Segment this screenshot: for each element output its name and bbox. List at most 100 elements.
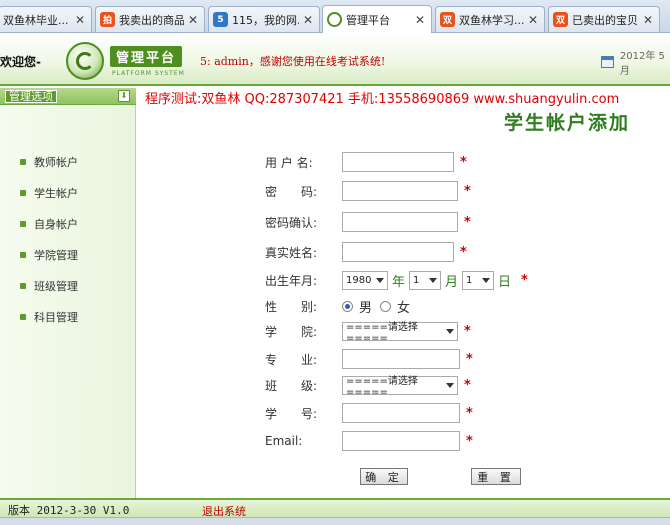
gender-male-radio[interactable] xyxy=(342,300,353,312)
footer: 版本 2012-3-30 V1.0 退出系统 xyxy=(0,498,670,518)
birth-day-value: 1 xyxy=(466,274,473,286)
username-input[interactable] xyxy=(342,152,454,172)
sidebar-item-label: 教师帐户 xyxy=(34,155,78,169)
sidebar-item-subject[interactable]: 科目管理 xyxy=(20,301,78,332)
browser-tab-6[interactable]: 双 已卖出的宝贝 ✕ xyxy=(548,6,660,32)
sidebar-item-self[interactable]: 自身帐户 xyxy=(20,208,78,239)
password-confirm-input[interactable] xyxy=(342,212,458,232)
class-select[interactable]: =====请选择===== xyxy=(342,375,458,398)
realname-input[interactable] xyxy=(342,242,454,262)
welcome-text: 欢迎您- xyxy=(0,55,41,69)
college-row: 学 院: =====请选择===== * xyxy=(265,320,471,344)
sidebar-menu: 教师帐户 学生帐户 自身帐户 学院管理 班级管理 科目管理 xyxy=(20,146,78,332)
tab-title: 115，我的网... xyxy=(232,13,299,27)
bullet-icon xyxy=(20,220,26,227)
tab-title: 管理平台 xyxy=(346,13,390,27)
required-mark: * xyxy=(466,351,473,367)
app-header: 欢迎您- 管理平台 PLATFORM SYSTEM 5: admin，感谢您使用… xyxy=(0,33,670,86)
main-content: 程序测试:双鱼林 QQ:287307421 手机:13558690869 www… xyxy=(137,88,670,498)
class-select-value: =====请选择===== xyxy=(346,376,418,398)
sidebar-item-class[interactable]: 班级管理 xyxy=(20,270,78,301)
college-select-value: =====请选择===== xyxy=(346,322,418,344)
password-input[interactable] xyxy=(342,181,458,201)
sidebar-item-teacher[interactable]: 教师帐户 xyxy=(20,146,78,177)
page-title: 学生帐户添加 xyxy=(504,112,631,134)
birth-month-value: 1 xyxy=(413,274,420,286)
username-row: 用 户 名: * xyxy=(265,151,467,173)
logo-title: 管理平台 xyxy=(110,46,183,67)
close-icon[interactable]: ✕ xyxy=(303,14,315,26)
student-number-input[interactable] xyxy=(342,403,460,423)
bullet-icon xyxy=(20,313,26,320)
required-mark: * xyxy=(521,272,528,288)
email-input[interactable] xyxy=(342,431,460,451)
gender-female-label: 女 xyxy=(397,300,411,316)
close-icon[interactable]: ✕ xyxy=(415,14,427,26)
password-label: 密 码: xyxy=(265,184,318,199)
required-mark: * xyxy=(460,244,467,260)
calendar-icon xyxy=(601,56,614,68)
studentno-label: 学 号: xyxy=(265,406,318,421)
realname-label: 真实姓名: xyxy=(265,245,318,260)
submit-button[interactable]: 确 定 xyxy=(360,468,408,485)
version-text: 版本 2012-3-30 V1.0 xyxy=(8,504,130,517)
close-icon[interactable]: ✕ xyxy=(75,14,87,26)
dropdown-arrow-icon xyxy=(446,382,454,388)
sidebar-item-label: 学院管理 xyxy=(34,248,78,262)
gender-row: 性 别: 男 女 xyxy=(265,295,418,317)
taobao-icon: 双 xyxy=(553,12,568,27)
sidebar-item-student[interactable]: 学生帐户 xyxy=(20,177,78,208)
browser-tab-bar: 双鱼林毕业... ✕ 拍 我卖出的商品 ✕ 5 115，我的网... ✕ 管理平… xyxy=(0,0,670,33)
sidebar: 管理选项 ⬇ 教师帐户 学生帐户 自身帐户 学院管理 班级管理 科目管理 xyxy=(0,88,136,498)
sidebar-item-label: 科目管理 xyxy=(34,310,78,324)
browser-tab-3[interactable]: 5 115，我的网... ✕ xyxy=(208,6,320,32)
gender-male-label: 男 xyxy=(359,300,373,316)
major-input[interactable] xyxy=(342,349,460,369)
platform-icon xyxy=(327,12,342,27)
sidebar-header: 管理选项 ⬇ xyxy=(0,88,136,105)
birth-year-value: 1980 xyxy=(346,274,372,286)
date-display: 2012年 5月 xyxy=(601,51,670,77)
dropdown-arrow-icon xyxy=(376,277,384,283)
required-mark: * xyxy=(460,154,467,170)
college-label: 学 院: xyxy=(265,324,318,339)
confirm-label: 密码确认: xyxy=(265,215,318,230)
sidebar-item-label: 班级管理 xyxy=(34,279,78,293)
gender-label: 性 别: xyxy=(265,299,318,314)
birth-day-select[interactable]: 1 xyxy=(462,270,495,290)
bullet-icon xyxy=(20,251,26,258)
date-text: 2012年 5月 xyxy=(619,51,665,77)
close-icon[interactable]: ✕ xyxy=(528,14,540,26)
collapse-icon[interactable]: ⬇ xyxy=(118,90,130,102)
contact-info: 程序测试:双鱼林 QQ:287307421 手机:13558690869 www… xyxy=(145,92,620,107)
tab-title: 已卖出的宝贝 xyxy=(572,13,638,27)
bullet-icon xyxy=(20,282,26,289)
password-row: 密 码: * xyxy=(265,180,471,202)
browser-tab-5[interactable]: 双 双鱼林学习... ✕ xyxy=(435,6,545,32)
close-icon[interactable]: ✕ xyxy=(643,14,655,26)
close-icon[interactable]: ✕ xyxy=(188,14,200,26)
sidebar-item-label: 学生帐户 xyxy=(34,186,78,200)
year-unit: 年 xyxy=(392,274,406,290)
tab-title: 我卖出的商品 xyxy=(119,13,184,27)
logo-icon xyxy=(66,42,104,80)
bullet-icon xyxy=(20,189,26,196)
gender-female-radio[interactable] xyxy=(380,300,392,312)
sidebar-item-college[interactable]: 学院管理 xyxy=(20,239,78,270)
day-unit: 日 xyxy=(498,274,512,290)
reset-button[interactable]: 重 置 xyxy=(471,468,521,485)
bullet-icon xyxy=(20,158,26,165)
college-select[interactable]: =====请选择===== xyxy=(342,321,458,344)
sidebar-heading: 管理选项 xyxy=(5,90,57,103)
browser-tab-1[interactable]: 双鱼林毕业... ✕ xyxy=(0,6,92,32)
required-mark: * xyxy=(464,323,471,339)
class-row: 班 级: =====请选择===== * xyxy=(265,374,471,398)
browser-tab-4[interactable]: 管理平台 ✕ xyxy=(322,5,432,33)
sidebar-item-label: 自身帐户 xyxy=(34,217,78,231)
birth-year-select[interactable]: 1980 xyxy=(342,270,388,290)
browser-tab-2[interactable]: 拍 我卖出的商品 ✕ xyxy=(95,6,205,32)
birth-month-select[interactable]: 1 xyxy=(409,270,442,290)
dropdown-arrow-icon xyxy=(482,277,491,283)
birth-label: 出生年月: xyxy=(265,273,318,288)
email-label: Email: xyxy=(265,434,303,448)
